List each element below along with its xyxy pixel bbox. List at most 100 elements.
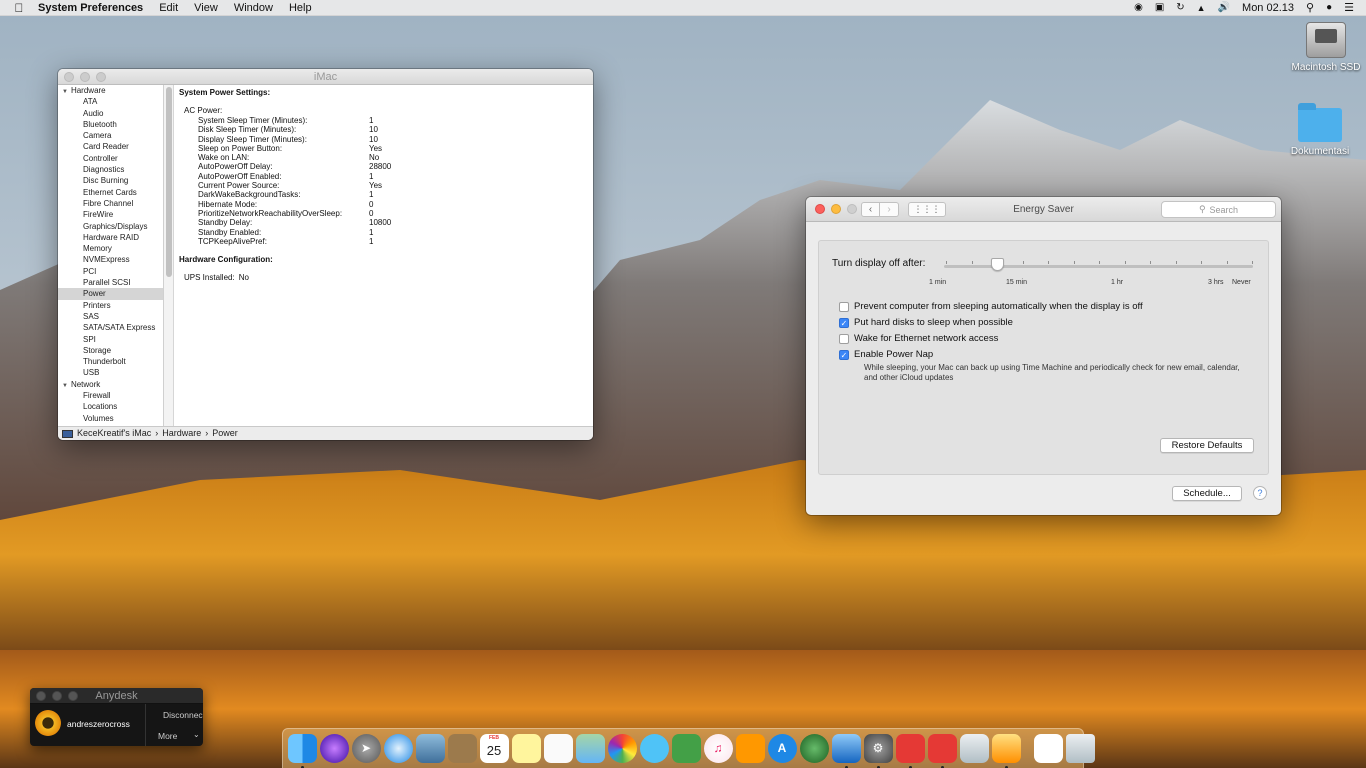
menu-help[interactable]: Help <box>281 2 320 14</box>
disk-sleep-checkbox-row[interactable]: ✓ Put hard disks to sleep when possible <box>839 317 1013 328</box>
sidebar-item[interactable]: SATA/SATA Express <box>58 322 163 333</box>
sidebar-item[interactable]: Bluetooth <box>58 119 163 130</box>
zoom-button[interactable] <box>847 204 857 214</box>
help-button[interactable]: ? <box>1253 486 1267 500</box>
network-app-icon[interactable] <box>799 734 829 763</box>
forward-button[interactable]: › <box>880 202 899 217</box>
calendar-icon[interactable]: FEB 25 <box>479 734 509 763</box>
sidebar-item[interactable]: Volumes <box>58 413 163 424</box>
prevent-sleep-checkbox[interactable] <box>839 301 849 312</box>
safari-icon[interactable] <box>383 734 413 763</box>
document-icon[interactable] <box>1033 734 1063 763</box>
schedule-button[interactable]: Schedule... <box>1172 486 1242 501</box>
sidebar-item[interactable]: Card Reader <box>58 141 163 152</box>
slider-knob[interactable] <box>991 258 1004 271</box>
notes-icon[interactable] <box>511 734 541 763</box>
sidebar-item[interactable]: Firewall <box>58 390 163 401</box>
sidebar-group-hardware[interactable]: Hardware <box>58 85 163 96</box>
contacts-icon[interactable] <box>447 734 477 763</box>
search-input[interactable]: ⚲ Search <box>1161 201 1276 218</box>
path-item-power[interactable]: Power <box>212 427 238 440</box>
sidebar-item[interactable]: ATA <box>58 96 163 107</box>
anydesk-titlebar[interactable]: Anydesk <box>30 688 203 704</box>
sidebar-item[interactable]: Graphics/Displays <box>58 221 163 232</box>
photos-icon[interactable] <box>607 734 637 763</box>
zoom-button[interactable] <box>68 691 78 701</box>
scrollbar-thumb[interactable] <box>166 87 172 277</box>
disconnect-button[interactable]: Disconnec <box>163 710 203 720</box>
reminders-icon[interactable] <box>543 734 573 763</box>
system-preferences-icon[interactable]: ⚙ <box>863 734 893 768</box>
app-store-icon[interactable]: A <box>767 734 797 763</box>
sidebar-scrollbar[interactable] <box>164 85 174 426</box>
ibooks-icon[interactable] <box>735 734 765 763</box>
mail-icon[interactable] <box>415 734 445 763</box>
facetime-icon[interactable] <box>671 734 701 763</box>
sidebar-item[interactable]: Disc Burning <box>58 175 163 186</box>
sidebar-item[interactable]: Hardware RAID <box>58 232 163 243</box>
minimize-button[interactable] <box>52 691 62 701</box>
sidebar-item[interactable]: Fibre Channel <box>58 198 163 209</box>
finder-icon[interactable] <box>287 734 317 768</box>
power-nap-checkbox[interactable]: ✓ <box>839 349 849 360</box>
sidebar-item-power[interactable]: Power <box>58 288 163 300</box>
sidebar-item[interactable]: NVMExpress <box>58 254 163 265</box>
siri-icon[interactable] <box>319 734 349 763</box>
installer-icon[interactable] <box>991 734 1021 768</box>
sidebar-item[interactable]: Thunderbolt <box>58 356 163 367</box>
close-button[interactable] <box>36 691 46 701</box>
trash-icon[interactable] <box>1065 734 1095 763</box>
sidebar-item[interactable]: Memory <box>58 243 163 254</box>
sidebar-item[interactable]: Audio <box>58 108 163 119</box>
sysinfo-titlebar[interactable]: iMac <box>58 69 593 85</box>
user-icon[interactable]: ● <box>1326 2 1332 13</box>
volume-icon[interactable]: 🔊 <box>1218 2 1230 13</box>
prevent-sleep-checkbox-row[interactable]: Prevent computer from sleeping automatic… <box>839 301 1143 312</box>
sidebar-item[interactable]: Camera <box>58 130 163 141</box>
restore-defaults-button[interactable]: Restore Defaults <box>1160 438 1254 453</box>
disk-sleep-checkbox[interactable]: ✓ <box>839 317 849 328</box>
sidebar-item[interactable]: Parallel SCSI <box>58 277 163 288</box>
desktop-icon-macintosh-ssd[interactable]: Macintosh SSD <box>1286 22 1366 73</box>
spotlight-icon[interactable]: ⚲ <box>1306 1 1314 14</box>
nvidia-icon[interactable]: ◉ <box>1134 2 1143 13</box>
launchpad-icon[interactable]: ➤ <box>351 734 381 763</box>
chevron-down-icon[interactable]: ⌄ <box>193 730 200 739</box>
wake-ethernet-checkbox[interactable] <box>839 333 849 344</box>
sidebar-item[interactable]: FireWire <box>58 209 163 220</box>
itunes-icon[interactable]: ♫ <box>703 734 733 763</box>
close-button[interactable] <box>64 72 74 82</box>
sidebar-item[interactable]: Storage <box>58 345 163 356</box>
sidebar-item[interactable]: Controller <box>58 153 163 164</box>
messages-icon[interactable] <box>639 734 669 763</box>
path-item-computer[interactable]: KeceKreatif's iMac <box>77 427 151 440</box>
minimize-button[interactable] <box>80 72 90 82</box>
airplay-icon[interactable]: ▲ <box>1197 3 1206 13</box>
wake-ethernet-checkbox-row[interactable]: Wake for Ethernet network access <box>839 333 998 344</box>
maps-icon[interactable] <box>575 734 605 763</box>
back-button[interactable]: ‹ <box>861 202 880 217</box>
notification-center-icon[interactable]: ☰ <box>1344 1 1354 14</box>
sidebar-item[interactable]: PCI <box>58 266 163 277</box>
sidebar-item[interactable]: USB <box>58 367 163 378</box>
more-button[interactable]: More <box>158 731 177 741</box>
sidebar-group-network[interactable]: Network <box>58 379 163 390</box>
path-item-hardware[interactable]: Hardware <box>162 427 201 440</box>
power-nap-checkbox-row[interactable]: ✓ Enable Power Nap <box>839 349 933 360</box>
minimize-button[interactable] <box>831 204 841 214</box>
screen-sharing-icon[interactable]: ▣ <box>1155 2 1164 13</box>
time-machine-icon[interactable]: ↻ <box>1176 2 1184 13</box>
menu-app-name[interactable]: System Preferences <box>38 2 151 14</box>
zoom-button[interactable] <box>96 72 106 82</box>
anydesk-alt-icon[interactable] <box>927 734 957 768</box>
sidebar-item[interactable]: Ethernet Cards <box>58 187 163 198</box>
apple-menu-icon[interactable]:  <box>0 1 38 15</box>
sidebar-item[interactable]: Printers <box>58 300 163 311</box>
menu-view[interactable]: View <box>186 2 226 14</box>
anydesk-icon[interactable] <box>895 734 925 768</box>
sidebar-item[interactable]: Locations <box>58 401 163 412</box>
clock[interactable]: Mon 02.13 <box>1242 2 1294 14</box>
menu-edit[interactable]: Edit <box>151 2 186 14</box>
sidebar-item[interactable]: SPI <box>58 334 163 345</box>
desktop-icon-dokumentasi[interactable]: Dokumentasi <box>1280 103 1360 157</box>
